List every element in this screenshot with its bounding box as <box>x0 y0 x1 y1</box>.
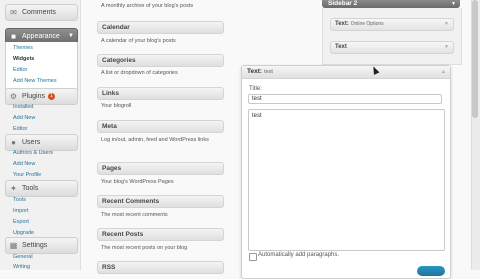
chevron-up-icon[interactable]: ▲ <box>441 66 446 78</box>
submenu-add-new-themes[interactable]: Add New Themes <box>13 77 57 85</box>
text-widget-title: Text: <box>247 68 263 75</box>
widget-recent-comments-desc: The most recent comments <box>101 212 168 218</box>
widget-rss[interactable]: RSS <box>97 261 224 274</box>
chevron-down-icon[interactable]: ▼ <box>444 42 449 53</box>
widget-categories[interactable]: Categories <box>97 54 224 67</box>
sidebar-2-title: Sidebar 2 <box>328 0 358 7</box>
menu-plugins-label: Plugins 1 <box>22 93 55 100</box>
widget-calendar[interactable]: Calendar <box>97 21 224 34</box>
submenu-import[interactable]: Import <box>13 207 29 215</box>
sidebar-widget-title: Text <box>335 44 347 50</box>
auto-paragraph-checkbox[interactable] <box>249 253 257 261</box>
sidebar-2-header[interactable]: Sidebar 2 ▼ <box>322 0 460 8</box>
tools-icon: ✦ <box>10 184 17 193</box>
comments-icon: ✉ <box>10 8 17 17</box>
scrollbar-thumb[interactable] <box>472 0 478 118</box>
plugins-icon: ⚙ <box>9 92 18 101</box>
widget-recent-posts-desc: The most recent posts on your blog <box>101 245 188 251</box>
appearance-icon: ■ <box>11 32 16 41</box>
text-widget-editor[interactable]: Text:test ▲ Title: test Automatically ad… <box>241 65 451 279</box>
menu-tools[interactable]: ✦ Tools <box>5 180 78 197</box>
submenu-widgets[interactable]: Widgets <box>13 55 34 63</box>
plugins-update-badge: 1 <box>47 93 55 100</box>
widget-title-input[interactable] <box>248 94 442 104</box>
menu-comments[interactable]: ✉ Comments <box>5 4 78 21</box>
submenu-themes[interactable]: Themes <box>13 44 33 52</box>
widget-pages[interactable]: Pages <box>97 162 224 175</box>
widget-recent-posts[interactable]: Recent Posts <box>97 228 224 241</box>
text-widget-header[interactable]: Text: test ▲ <box>242 66 450 79</box>
widget-links-desc: Your blogroll <box>101 103 132 109</box>
submenu-users-add-new[interactable]: Add New <box>13 160 35 168</box>
widget-archives-desc: A monthly archive of your blog's posts <box>101 3 194 9</box>
widget-meta[interactable]: Meta <box>97 120 224 133</box>
users-icon: ● <box>11 138 16 147</box>
submenu-plugins-editor[interactable]: Editor <box>13 125 27 133</box>
submenu-tools[interactable]: Tools <box>13 196 26 204</box>
text-widget-title-wrap: Text: test <box>247 66 273 78</box>
sidebar-2-dropzone[interactable] <box>322 8 462 65</box>
save-button[interactable] <box>417 266 445 276</box>
menu-settings-label: Settings <box>22 242 48 249</box>
widget-meta-desc: Log in/out, admin, feed and WordPress li… <box>101 137 209 143</box>
chevron-down-icon[interactable]: ▼ <box>451 0 456 8</box>
widget-links[interactable]: Links <box>97 87 224 100</box>
sidebar-widget-text[interactable]: Text ▼ <box>330 41 454 54</box>
chevron-down-icon[interactable]: ▼ <box>444 19 449 30</box>
submenu-general[interactable]: General <box>13 253 33 261</box>
menu-tools-label: Tools <box>22 185 39 192</box>
sidebar-widget-subtitle: Online Options <box>350 21 384 27</box>
widget-pages-desc: Your blog's WordPress Pages <box>101 179 174 185</box>
sidebar-widget-title: Text: <box>335 21 349 27</box>
submenu-installed[interactable]: Installed <box>13 103 34 111</box>
menu-users-label: Users <box>22 139 41 146</box>
submenu-your-profile[interactable]: Your Profile <box>13 171 41 179</box>
text-widget-subtitle: test <box>264 69 273 75</box>
submenu-upgrade[interactable]: Upgrade <box>13 229 34 237</box>
submenu-authors-users[interactable]: Authors & Users <box>13 149 53 157</box>
widget-recent-comments[interactable]: Recent Comments <box>97 195 224 208</box>
settings-icon: ▦ <box>9 241 18 250</box>
widget-categories-desc: A list or dropdown of categories <box>101 70 178 76</box>
submenu-editor[interactable]: Editor <box>13 66 27 74</box>
widget-calendar-desc: A calendar of your blog's posts <box>101 38 176 44</box>
widget-text-area[interactable]: test <box>248 109 445 251</box>
admin-menu: ✉ Comments ■ Appearance ▼ Themes Widgets… <box>0 0 81 270</box>
sidebar-widget-text-online-options[interactable]: Text: Online Options ▼ <box>330 18 454 31</box>
submenu-export[interactable]: Export <box>13 218 29 226</box>
submenu-plugins-add-new[interactable]: Add New <box>13 114 35 122</box>
menu-settings[interactable]: ▦ Settings <box>5 237 78 254</box>
auto-paragraph-label: Automatically add paragraphs. <box>258 252 340 258</box>
menu-comments-label: Comments <box>22 9 56 16</box>
title-label: Title: <box>249 86 262 92</box>
